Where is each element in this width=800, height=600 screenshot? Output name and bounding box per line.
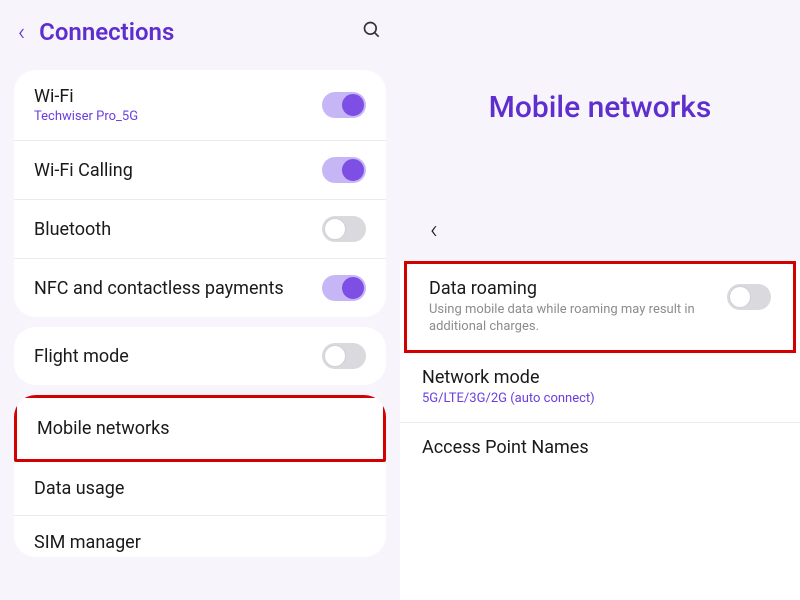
nfc-label: NFC and contactless payments — [34, 278, 322, 299]
wifi-calling-row[interactable]: Wi-Fi Calling — [14, 141, 386, 200]
bluetooth-toggle[interactable] — [322, 216, 366, 242]
network-mode-label: Network mode — [422, 367, 766, 388]
bluetooth-label: Bluetooth — [34, 219, 322, 240]
right-header: ‹ — [400, 205, 800, 261]
flight-mode-label: Flight mode — [34, 346, 322, 367]
wifi-calling-label: Wi-Fi Calling — [34, 160, 322, 181]
mobile-networks-row[interactable]: Mobile networks — [14, 395, 386, 462]
search-icon[interactable] — [362, 20, 382, 45]
nfc-toggle[interactable] — [322, 275, 366, 301]
flight-mode-toggle[interactable] — [322, 343, 366, 369]
data-usage-label: Data usage — [34, 478, 366, 499]
header: ‹ Connections — [0, 10, 400, 60]
data-roaming-label: Data roaming — [429, 278, 715, 299]
data-roaming-desc: Using mobile data while roaming may resu… — [429, 302, 715, 336]
data-roaming-toggle[interactable] — [727, 284, 771, 310]
network-mode-value: 5G/LTE/3G/2G (auto connect) — [422, 391, 766, 408]
network-mode-row[interactable]: Network mode 5G/LTE/3G/2G (auto connect) — [400, 353, 800, 423]
wifi-row[interactable]: Wi-Fi Techwiser Pro_5G — [14, 70, 386, 141]
sim-manager-label: SIM manager — [34, 532, 366, 553]
wifi-toggle[interactable] — [322, 92, 366, 118]
back-icon[interactable]: ‹ — [430, 215, 780, 245]
bluetooth-row[interactable]: Bluetooth — [14, 200, 386, 259]
nfc-row[interactable]: NFC and contactless payments — [14, 259, 386, 317]
right-title-area: Mobile networks — [400, 0, 800, 205]
mobile-networks-pane: Mobile networks ‹ Data roaming Using mob… — [400, 0, 800, 600]
mobile-networks-label: Mobile networks — [37, 418, 363, 439]
apn-row[interactable]: Access Point Names — [400, 423, 800, 472]
apn-label: Access Point Names — [422, 437, 766, 458]
connections-group-2: Flight mode — [14, 327, 386, 385]
wifi-calling-toggle[interactable] — [322, 157, 366, 183]
data-roaming-row[interactable]: Data roaming Using mobile data while roa… — [404, 261, 796, 353]
wifi-network: Techwiser Pro_5G — [34, 109, 322, 124]
wifi-label: Wi-Fi — [34, 86, 322, 107]
connections-group-3: Mobile networks Data usage SIM manager — [14, 395, 386, 557]
mobile-networks-list: Data roaming Using mobile data while roa… — [400, 261, 800, 600]
connections-pane: ‹ Connections Wi-Fi Techwiser Pro_5G Wi-… — [0, 0, 400, 600]
page-title: Connections — [39, 18, 362, 46]
connections-group-1: Wi-Fi Techwiser Pro_5G Wi-Fi Calling Blu… — [14, 70, 386, 317]
data-usage-row[interactable]: Data usage — [14, 462, 386, 516]
flight-mode-row[interactable]: Flight mode — [14, 327, 386, 385]
sim-manager-row[interactable]: SIM manager — [14, 516, 386, 557]
back-icon[interactable]: ‹ — [18, 18, 39, 46]
mobile-networks-title: Mobile networks — [400, 90, 800, 125]
